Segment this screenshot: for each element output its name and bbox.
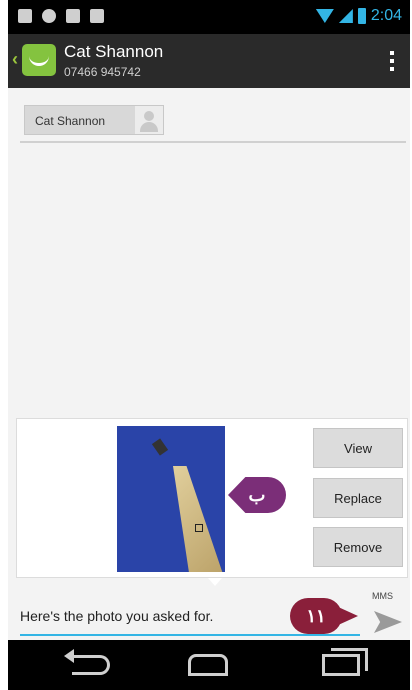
messaging-app-icon[interactable] xyxy=(22,44,56,76)
recipient-divider xyxy=(20,141,406,143)
wifi-icon xyxy=(315,9,334,23)
attachment-pointer xyxy=(208,578,222,586)
remove-button[interactable]: Remove xyxy=(313,527,403,567)
signal-icon xyxy=(338,9,353,23)
nav-recent-icon[interactable] xyxy=(322,648,368,676)
replace-button[interactable]: Replace xyxy=(313,478,403,518)
status-indicators: 2:04 xyxy=(315,7,402,25)
view-button[interactable]: View xyxy=(313,428,403,468)
contact-number: 07466 945742 xyxy=(64,65,141,79)
contact-avatar-icon xyxy=(135,106,163,134)
navigation-bar xyxy=(8,640,410,690)
nav-back-icon[interactable] xyxy=(64,649,110,675)
callout-marker-11: ١١ xyxy=(290,598,342,634)
photo-detail xyxy=(151,438,169,456)
phone-screen: 2:04 ‹ Cat Shannon 07466 945742 Cat Shan… xyxy=(8,0,410,690)
mms-label: MMS xyxy=(372,591,393,601)
recipient-chip[interactable]: Cat Shannon xyxy=(24,105,164,135)
voicemail-notification-icon xyxy=(42,9,56,23)
send-icon[interactable] xyxy=(374,611,402,633)
recipient-chip-label: Cat Shannon xyxy=(35,114,106,128)
attached-photo[interactable] xyxy=(117,426,225,572)
status-bar: 2:04 xyxy=(8,0,410,34)
attachment-panel: View Replace Remove xyxy=(16,418,408,578)
download-notification-icon xyxy=(90,9,104,23)
up-navigation-icon[interactable]: ‹ xyxy=(12,49,18,70)
gmail-notification-icon xyxy=(18,9,32,23)
nav-home-icon[interactable] xyxy=(188,654,228,676)
photo-notification-icon xyxy=(66,9,80,23)
battery-icon xyxy=(357,8,366,24)
message-input-underline xyxy=(20,634,360,636)
photo-detail-box xyxy=(195,524,203,532)
photo-pole xyxy=(173,466,225,572)
action-bar: ‹ Cat Shannon 07466 945742 xyxy=(8,34,410,88)
clock: 2:04 xyxy=(370,7,402,24)
overflow-menu-icon[interactable] xyxy=(390,51,394,71)
contact-name: Cat Shannon xyxy=(64,42,164,61)
